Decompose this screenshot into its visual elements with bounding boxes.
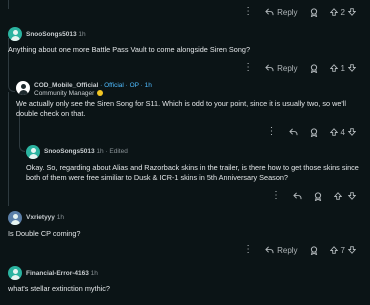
downvote-icon[interactable] (348, 246, 356, 254)
avatar[interactable] (8, 266, 22, 280)
award-button[interactable] (310, 63, 318, 73)
award-icon (314, 191, 322, 201)
comment-author[interactable]: Vxrietyyy 1h (26, 214, 64, 221)
comment-body: We actually only see the Siren Song for … (16, 99, 347, 118)
vote-control: 4 (329, 127, 356, 137)
award-button[interactable] (310, 127, 318, 137)
official-op-badge: · Official · OP · 1h (100, 82, 152, 89)
reply-icon (265, 246, 274, 254)
user-flair: Community Manager (34, 90, 104, 97)
comment-author[interactable]: COD_Mobile_Official · Official · OP · 1h (34, 82, 152, 89)
thread-line (8, 0, 9, 9)
reply-label: Reply (277, 245, 298, 255)
upvote-icon[interactable] (329, 246, 338, 254)
downvote-icon[interactable] (348, 192, 356, 200)
thread-line (8, 92, 9, 206)
reply-button[interactable]: Reply (265, 7, 298, 17)
vote-count: 2 (340, 7, 345, 17)
overflow-menu-button[interactable]: ⋮ (267, 127, 277, 137)
smile-icon (97, 90, 104, 97)
award-icon (310, 63, 317, 73)
reply-button[interactable]: Reply (265, 245, 298, 255)
share-button[interactable] (288, 128, 298, 136)
thread-connector (8, 68, 15, 92)
downvote-icon[interactable] (348, 128, 356, 136)
vote-count: 1 (340, 63, 345, 73)
award-button[interactable] (310, 7, 318, 17)
comment-body: Is Double CP coming? (8, 229, 81, 238)
comment-time: 1h · Edited (96, 148, 128, 155)
reply-icon (265, 64, 274, 72)
comment-time: 1h (56, 214, 64, 221)
overflow-menu-button[interactable]: ⋮ (243, 7, 253, 17)
overflow-menu-button[interactable]: ⋮ (271, 191, 281, 201)
avatar[interactable] (8, 211, 22, 225)
vote-control (334, 192, 356, 200)
share-icon (293, 192, 302, 200)
reply-icon (265, 8, 274, 16)
vote-count: 7 (340, 245, 345, 255)
comment-body: Anything about one more Battle Pass Vaul… (8, 45, 251, 54)
comment-author[interactable]: SnooSongs5013 1h (26, 31, 86, 38)
overflow-menu-button[interactable]: ⋮ (243, 245, 253, 255)
comment-action-bar: ⋮ Reply 1 (156, 60, 356, 76)
comment-body: Okay. So, regarding about Alias and Razo… (26, 163, 359, 182)
comment-action-bar: ⋮ (156, 188, 356, 204)
share-icon (288, 128, 298, 136)
share-button[interactable] (293, 192, 302, 200)
reply-label: Reply (277, 7, 298, 17)
award-icon (310, 245, 317, 255)
vote-control: 2 (329, 7, 356, 17)
comment-author[interactable]: SnooSongs5013 1h · Edited (44, 148, 128, 155)
avatar[interactable] (26, 145, 40, 159)
award-button[interactable] (314, 191, 322, 201)
comment-body: what's stellar extinction mythic? (8, 284, 110, 293)
award-button[interactable] (310, 245, 318, 255)
upvote-icon[interactable] (329, 64, 338, 72)
award-icon (310, 127, 317, 137)
comment-action-bar: ⋮ 4 (156, 124, 356, 140)
upvote-icon[interactable] (334, 192, 342, 200)
reply-label: Reply (277, 63, 298, 73)
downvote-icon[interactable] (348, 8, 356, 16)
comment-time: 1h (90, 270, 98, 277)
avatar[interactable] (8, 27, 22, 41)
comment-author[interactable]: Financial-Error-4163 1h (26, 270, 98, 277)
avatar[interactable] (16, 81, 30, 95)
comment-action-bar: ⋮ Reply 7 (156, 242, 356, 258)
thread-connector (19, 142, 25, 152)
downvote-icon[interactable] (348, 64, 356, 72)
upvote-icon[interactable] (329, 128, 338, 136)
overflow-menu-button[interactable]: ⋮ (243, 63, 253, 73)
vote-count: 4 (340, 127, 345, 137)
reply-button[interactable]: Reply (265, 63, 298, 73)
comment-time: 1h (78, 31, 86, 38)
vote-control: 7 (329, 245, 356, 255)
award-icon (310, 7, 317, 17)
comment-action-bar: ⋮ Reply 2 (156, 4, 356, 20)
upvote-icon[interactable] (329, 8, 338, 16)
vote-control: 1 (329, 63, 356, 73)
